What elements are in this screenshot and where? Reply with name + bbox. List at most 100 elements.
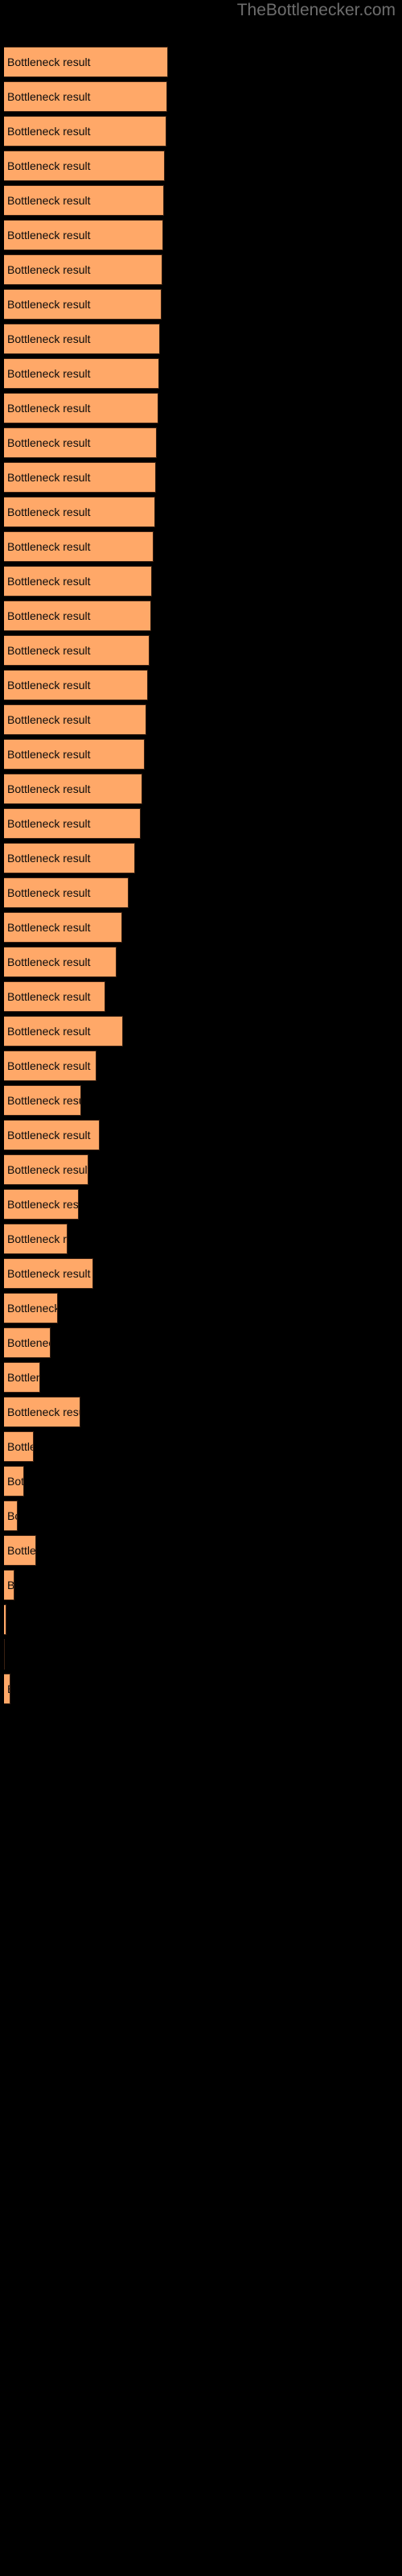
bar[interactable]: Bottleneck result [4, 393, 158, 423]
bar[interactable]: Bottleneck result [4, 1051, 96, 1081]
bar[interactable]: Bottleneck result [4, 220, 163, 250]
bar[interactable]: Bottleneck result [4, 1604, 6, 1635]
bar[interactable]: Bottleneck result [4, 1085, 81, 1116]
bar[interactable]: Bottleneck result [4, 462, 156, 493]
bar[interactable]: Bottleneck result [4, 1120, 100, 1150]
bar[interactable]: Bottleneck result [4, 324, 160, 354]
bar[interactable]: Bottleneck result [4, 497, 155, 527]
bar[interactable]: Bottleneck result [4, 774, 142, 804]
bar[interactable]: Bottleneck result [4, 912, 122, 943]
bar[interactable]: Bottleneck result [4, 1154, 88, 1185]
bar[interactable]: Bottleneck result [4, 670, 148, 700]
bar-label: Bottleneck result [7, 263, 91, 276]
bar-label: Bottleneck result [7, 1682, 10, 1695]
bar-label: Bottleneck result [7, 90, 91, 103]
bar-row: Bottleneck result [4, 462, 402, 497]
bar[interactable]: Bottleneck result [4, 254, 162, 285]
bar-row: Bottleneck result [4, 324, 402, 358]
bar[interactable]: Bottleneck result [4, 1362, 40, 1393]
bar[interactable]: Bottleneck result [4, 1016, 123, 1046]
bar-row: Bottleneck result [4, 81, 402, 116]
bar-label: Bottleneck result [7, 506, 91, 518]
bar-row: Bottleneck result [4, 220, 402, 254]
bar-label: Bottleneck result [7, 1232, 67, 1245]
bar-row: Bottleneck result [4, 947, 402, 981]
bar[interactable]: Bottleneck result [4, 1397, 80, 1427]
bar[interactable]: Bottleneck result [4, 1639, 5, 1670]
bar-label: Bottleneck result [7, 1406, 80, 1418]
bar-label: Bottleneck result [7, 56, 91, 68]
bar-label: Bottleneck result [7, 1025, 91, 1038]
bar-row: Bottleneck result [4, 358, 402, 393]
bar[interactable]: Bottleneck result [4, 151, 165, 181]
bar-label: Bottleneck result [7, 1059, 91, 1072]
bar-label: Bottleneck result [7, 713, 91, 726]
bar[interactable]: Bottleneck result [4, 1674, 10, 1704]
bar[interactable]: Bottleneck result [4, 1431, 34, 1462]
bar-row: Bottleneck result [4, 670, 402, 704]
bar[interactable]: Bottleneck result [4, 1189, 79, 1220]
bar-label: Bottleneck result [7, 1440, 33, 1453]
bar[interactable]: Bottleneck result [4, 1466, 24, 1496]
bar[interactable]: Bottleneck result [4, 47, 168, 77]
bar-row: Bottleneck result [4, 47, 402, 81]
bar[interactable]: Bottleneck result [4, 1501, 18, 1531]
bar-label: Bottleneck result [7, 229, 91, 242]
bar-label: Bottleneck result [7, 471, 91, 484]
bar-row: Bottleneck result [4, 566, 402, 601]
bar-label: Bottleneck result [7, 679, 91, 691]
bar-label: Bottleneck result [7, 1198, 79, 1211]
site-watermark: TheBottlenecker.com [236, 1, 396, 19]
bar[interactable]: Bottleneck result [4, 1570, 14, 1600]
bar-row: Bottleneck result [4, 808, 402, 843]
bar[interactable]: Bottleneck result [4, 635, 150, 666]
bar-label: Bottleneck result [7, 159, 91, 172]
bar[interactable]: Bottleneck result [4, 1535, 36, 1566]
bar[interactable]: Bottleneck result [4, 877, 129, 908]
bar[interactable]: Bottleneck result [4, 358, 159, 389]
bar-row: Bottleneck result [4, 531, 402, 566]
bar-label: Bottleneck result [7, 194, 91, 207]
bar-label: Bottleneck result [7, 921, 91, 934]
bar[interactable]: Bottleneck result [4, 601, 151, 631]
bar-row: Bottleneck result [4, 1362, 402, 1397]
bar-row: Bottleneck result [4, 1535, 402, 1570]
bar[interactable]: Bottleneck result [4, 843, 135, 873]
bar[interactable]: Bottleneck result [4, 1224, 68, 1254]
bar-label: Bottleneck result [7, 1267, 91, 1280]
bar-row: Bottleneck result [4, 1016, 402, 1051]
bar[interactable]: Bottleneck result [4, 116, 166, 147]
bar-label: Bottleneck result [7, 1129, 91, 1141]
bar-label: Bottleneck result [7, 298, 91, 311]
bar[interactable]: Bottleneck result [4, 947, 117, 977]
bar[interactable]: Bottleneck result [4, 185, 164, 216]
bar[interactable]: Bottleneck result [4, 704, 146, 735]
bar[interactable]: Bottleneck result [4, 81, 167, 112]
bar-label: Bottleneck result [7, 332, 91, 345]
bar-label: Bottleneck result [7, 125, 91, 138]
bar[interactable]: Bottleneck result [4, 427, 157, 458]
horizontal-bar-chart: Bottleneck result Bottleneck result Bottle… [4, 47, 402, 1708]
bar-row: Bottleneck result [4, 1570, 402, 1604]
bar-row: Bottleneck result [4, 427, 402, 462]
bar[interactable]: Bottleneck result [4, 981, 105, 1012]
bar-label: Bottleneck result [7, 1163, 88, 1176]
bar-label: Bottleneck result [7, 1336, 50, 1349]
bar[interactable]: Bottleneck result [4, 1293, 58, 1323]
bar[interactable]: Bottleneck result [4, 289, 162, 320]
bar-label: Bottleneck result [7, 852, 91, 865]
bar-row: Bottleneck result [4, 1674, 402, 1708]
bar-label: Bottleneck result [7, 609, 91, 622]
bar[interactable]: Bottleneck result [4, 808, 141, 839]
bar[interactable]: Bottleneck result [4, 1258, 93, 1289]
bar-label: Bottleneck result [7, 956, 91, 968]
bar-label: Bottleneck result [7, 1475, 24, 1488]
bar-row: Bottleneck result [4, 981, 402, 1016]
bar[interactable]: Bottleneck result [4, 531, 154, 562]
bar-label: Bottleneck result [7, 782, 91, 795]
bar[interactable]: Bottleneck result [4, 566, 152, 597]
bar[interactable]: Bottleneck result [4, 1327, 51, 1358]
bar-label: Bottleneck result [7, 748, 91, 761]
bar[interactable]: Bottleneck result [4, 739, 145, 770]
bar-row: Bottleneck result [4, 1224, 402, 1258]
